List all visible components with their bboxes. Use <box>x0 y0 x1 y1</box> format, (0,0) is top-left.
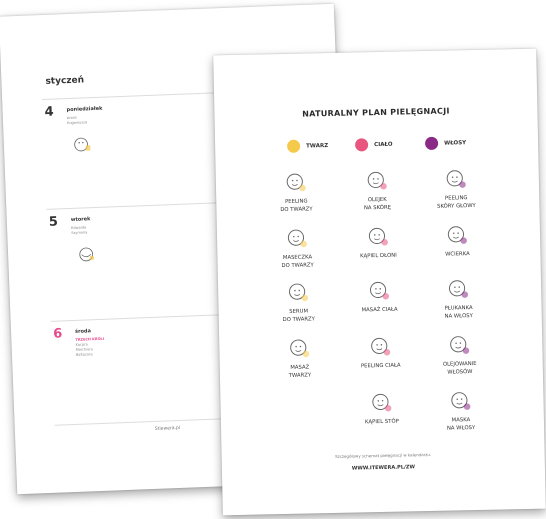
face-peeling-icon <box>286 173 306 192</box>
care-item: PEELING DO TWARZY <box>256 169 337 215</box>
foot-bath-icon <box>372 393 392 412</box>
legend-item-body: CIAŁO <box>354 138 393 152</box>
care-item-label: WCIERKA <box>445 251 470 258</box>
legend-label: TWARZ <box>306 142 329 150</box>
day-number: 5 <box>48 214 59 230</box>
care-item: MASAŻ TWARZY <box>259 335 340 381</box>
face-serum-icon <box>289 283 309 302</box>
legend-dot <box>287 139 301 153</box>
care-item: OLEJOWANIE WŁOSÓW <box>419 332 500 378</box>
care-item-label: MASAŻ CIAŁA <box>361 306 398 314</box>
care-item-label: NA WŁOSY <box>446 425 476 432</box>
care-item-label: KĄPIEL DŁONI <box>360 252 397 260</box>
name-day: Eugeniusza <box>67 120 88 126</box>
hand-bath-icon <box>368 227 388 246</box>
day-number: 4 <box>44 104 54 120</box>
month-heading: styczeń <box>45 75 85 87</box>
face-massage-icon <box>290 339 310 358</box>
body-massage-icon <box>370 281 390 300</box>
weekday: poniedziałek <box>66 105 103 114</box>
care-item: WCIERKA <box>417 222 498 260</box>
care-item-label: WŁOSÓW <box>447 369 473 376</box>
care-item: KĄPIEL DŁONI <box>338 223 419 261</box>
care-item: PEELING SKÓRY GŁOWY <box>416 166 497 212</box>
name-days: TRZECH KRÓLI Kacpra Melchiora Baltazara <box>75 337 104 358</box>
footer-url: Stiewera.pl <box>154 425 181 432</box>
website-link[interactable]: WWW.ITEWERA.PL/ZW <box>222 462 545 475</box>
care-item-label: SKÓRY GŁOWY <box>437 202 476 210</box>
name-day: Baltazara <box>75 352 93 357</box>
care-item: OLEJEK NA SKÓRĘ <box>337 167 418 213</box>
day-number: 6 <box>52 326 63 342</box>
hair-rinse-icon <box>448 280 469 298</box>
care-item: PEELING CIAŁA <box>340 333 421 371</box>
care-item-label: DO TWARZY <box>281 262 314 270</box>
care-item: MASKA NA WŁOSY <box>420 387 501 433</box>
legend-item-hair: WŁOSY <box>424 136 467 151</box>
hair-mask-icon <box>451 392 471 410</box>
legend-item-face: TWARZ <box>287 139 328 153</box>
hair-oiling-icon <box>450 336 470 354</box>
care-item-label: KĄPIEL STÓP <box>364 418 399 426</box>
care-item: KĄPIEL STÓP <box>341 389 422 427</box>
plan-title: NATURALNY PLAN PIELĘGNACJI <box>302 106 450 119</box>
care-plan-page: NATURALNY PLAN PIELĘGNACJI TWARZ CIAŁO W… <box>213 48 546 516</box>
legend-label: WŁOSY <box>444 139 467 147</box>
face-mask-icon <box>287 229 307 248</box>
legend-dot <box>354 138 369 152</box>
care-item-label: NA SKÓRĘ <box>363 204 392 212</box>
name-days: Anieli Eugeniusza <box>67 115 87 126</box>
name-days: Edwarda Szymona <box>71 225 87 236</box>
care-item-label: NA WŁOSY <box>444 313 473 320</box>
face-peeling-icon <box>74 137 91 152</box>
care-item-label: PEELING CIAŁA <box>360 362 401 370</box>
care-item-label: DO TWARZY <box>282 316 315 324</box>
face-mask-icon <box>79 247 95 262</box>
name-day: Szymona <box>71 230 88 235</box>
hair-tonic-icon <box>447 226 467 244</box>
care-item: PŁUKANKA NA WŁOSY <box>418 276 499 322</box>
care-item: MASAŻ CIAŁA <box>339 277 420 315</box>
body-peeling-icon <box>371 337 391 356</box>
care-item: MASECZKA DO TWARZY <box>257 225 338 271</box>
scalp-peeling-icon <box>446 170 466 188</box>
legend-label: CIAŁO <box>374 141 393 148</box>
legend-dot <box>424 136 439 151</box>
weekday: środa <box>74 328 92 335</box>
care-item: SERUM DO TWARZY <box>258 279 339 325</box>
care-item-label: TWARZY <box>288 372 312 379</box>
care-item-label: DO TWARZY <box>280 206 313 214</box>
oil-bottle-icon <box>367 171 387 190</box>
weekday: wtorek <box>70 216 91 223</box>
calendar-note: Szczegółowy schemat pielęgnacji w kalend… <box>335 451 432 459</box>
